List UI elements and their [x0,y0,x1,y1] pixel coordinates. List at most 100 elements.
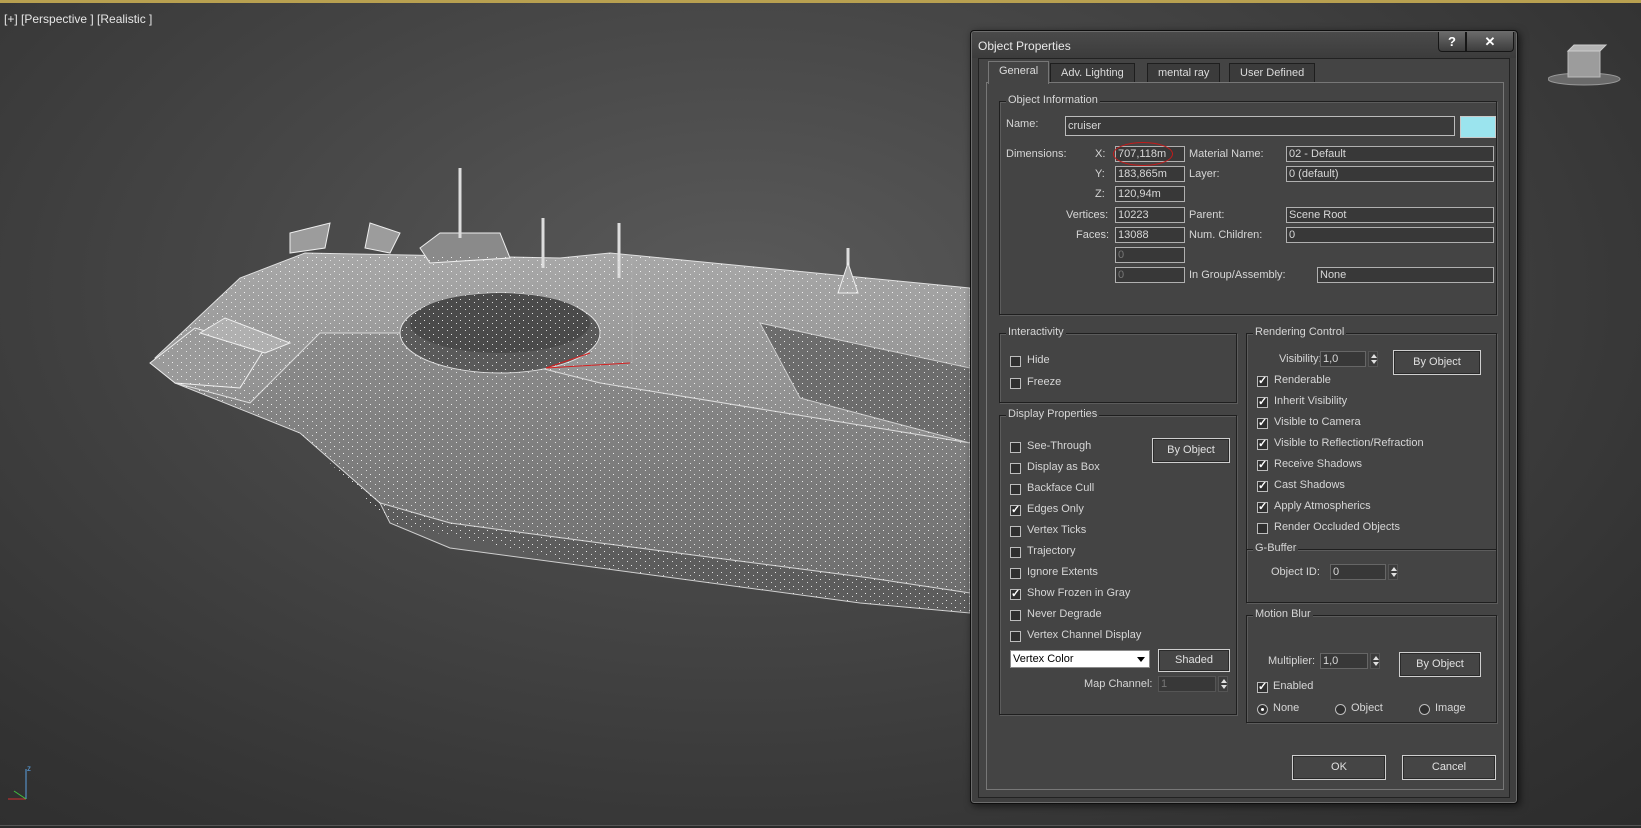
group-title-display-properties: Display Properties [1006,408,1100,420]
tab-general[interactable]: General [988,61,1050,84]
option-label: Never Degrade [1027,608,1102,620]
map-channel-input[interactable]: 1 [1158,676,1216,692]
axis-tripod-icon: z [8,764,31,800]
option-label: Receive Shadows [1274,458,1363,470]
axis-z-label: z [27,764,31,773]
vertices-label: Vertices: [1066,209,1109,221]
faces-value: 13088 [1115,227,1185,243]
radio-image[interactable] [1419,704,1430,715]
option-label: See-Through [1027,440,1092,452]
extra-count-2: 0 [1115,267,1185,283]
object-id-input[interactable]: 0 [1330,564,1386,580]
multiplier-label: Multiplier: [1268,655,1316,667]
hide-checkbox[interactable] [1010,356,1021,367]
dim-y-value: 183,865m [1115,166,1185,182]
option-checkbox[interactable] [1010,631,1021,642]
option-label: Cast Shadows [1274,479,1345,491]
group-title-g-buffer: G-Buffer [1253,542,1299,554]
cancel-button[interactable]: Cancel [1402,755,1496,780]
general-tab-page: Object Information Name: cruiser Dimensi… [986,82,1504,790]
enabled-checkbox[interactable] [1257,680,1268,693]
parent-label: Parent: [1189,209,1225,221]
tab-mental-ray[interactable]: mental ray [1147,63,1221,83]
rendering-control-group: Rendering Control Visibility: 1,0 By Obj… [1246,326,1497,603]
rendering-by-object-button[interactable]: By Object [1393,350,1481,375]
dim-x-label: X: [1095,148,1106,160]
motion-blur-group: Motion Blur Multiplier: 1,0 By Object En… [1246,608,1497,723]
shaded-button[interactable]: Shaded [1158,649,1230,672]
object-color-swatch[interactable] [1460,116,1496,138]
option-checkbox[interactable] [1010,503,1021,516]
option-checkbox[interactable] [1257,500,1268,513]
vertices-value: 10223 [1115,207,1185,223]
option-checkbox[interactable] [1010,568,1021,579]
option-label: Show Frozen in Gray [1027,587,1131,599]
option-checkbox[interactable] [1257,479,1268,492]
option-checkbox[interactable] [1010,442,1021,453]
option-checkbox[interactable] [1010,484,1021,495]
interactivity-group: Interactivity Hide Freeze [999,326,1237,403]
option-checkbox[interactable] [1010,587,1021,600]
option-checkbox[interactable] [1010,463,1021,474]
option-label: Visible to Camera [1274,416,1361,428]
multiplier-input[interactable]: 1,0 [1320,653,1368,669]
option-checkbox[interactable] [1257,395,1268,408]
option-checkbox[interactable] [1257,523,1268,534]
motion-blur-by-object-button[interactable]: By Object [1399,652,1481,677]
display-by-object-button[interactable]: By Object [1152,438,1230,463]
multiplier-spinner[interactable] [1370,653,1380,669]
material-name-label: Material Name: [1189,148,1264,160]
num-children-value: 0 [1286,227,1494,243]
in-group-label: In Group/Assembly: [1189,269,1286,281]
option-checkbox[interactable] [1257,416,1268,429]
option-checkbox[interactable] [1010,547,1021,558]
group-title-rendering-control: Rendering Control [1253,326,1347,338]
option-checkbox[interactable] [1257,374,1268,387]
dimensions-label: Dimensions: [1006,148,1067,160]
in-group-value: None [1317,267,1494,283]
object-properties-dialog[interactable]: Object Properties ? ✕ General Adv. Light… [970,30,1518,804]
option-label: Inherit Visibility [1274,395,1348,407]
tab-adv-lighting[interactable]: Adv. Lighting [1050,63,1135,83]
visibility-input[interactable]: 1,0 [1320,351,1366,367]
option-checkbox[interactable] [1010,610,1021,621]
dim-z-label: Z: [1095,188,1105,200]
help-button[interactable]: ? [1438,32,1466,52]
freeze-checkbox[interactable] [1010,378,1021,389]
visibility-label: Visibility: [1279,353,1322,365]
annotation-circle [1113,142,1173,166]
group-title-interactivity: Interactivity [1006,326,1066,338]
option-checkbox[interactable] [1010,526,1021,537]
option-label: Backface Cull [1027,482,1095,494]
visibility-spinner[interactable] [1368,351,1378,367]
channel-display-select[interactable]: Vertex Color [1010,650,1150,668]
radio-none-label: None [1273,702,1300,714]
option-checkbox[interactable] [1257,437,1268,450]
radio-object[interactable] [1335,704,1346,715]
layer-value: 0 (default) [1286,166,1494,182]
dialog-titlebar[interactable]: Object Properties ? ✕ [972,32,1516,58]
option-label: Vertex Ticks [1027,524,1087,536]
close-button[interactable]: ✕ [1466,32,1514,52]
parent-value: Scene Root [1286,207,1494,223]
faces-label: Faces: [1076,229,1110,241]
cruiser-model[interactable] [0,3,970,803]
option-label: Edges Only [1027,503,1084,515]
map-channel-label: Map Channel: [1084,678,1153,690]
name-input[interactable]: cruiser [1065,116,1455,136]
dim-z-value: 120,94m [1115,186,1185,202]
viewcube-icon[interactable] [1548,43,1628,88]
num-children-label: Num. Children: [1189,229,1263,241]
map-channel-spinner[interactable] [1218,676,1228,692]
dialog-body: General Adv. Lighting mental ray User De… [978,58,1510,798]
ok-button[interactable]: OK [1292,755,1386,780]
tab-user-defined[interactable]: User Defined [1229,63,1316,83]
option-checkbox[interactable] [1257,458,1268,471]
radio-none[interactable] [1257,704,1268,715]
dim-y-label: Y: [1095,168,1105,180]
object-id-spinner[interactable] [1388,564,1398,580]
radio-object-label: Object [1351,702,1383,714]
option-label: Ignore Extents [1027,566,1098,578]
option-label: Apply Atmospherics [1274,500,1371,512]
option-label: Visible to Reflection/Refraction [1274,437,1424,449]
